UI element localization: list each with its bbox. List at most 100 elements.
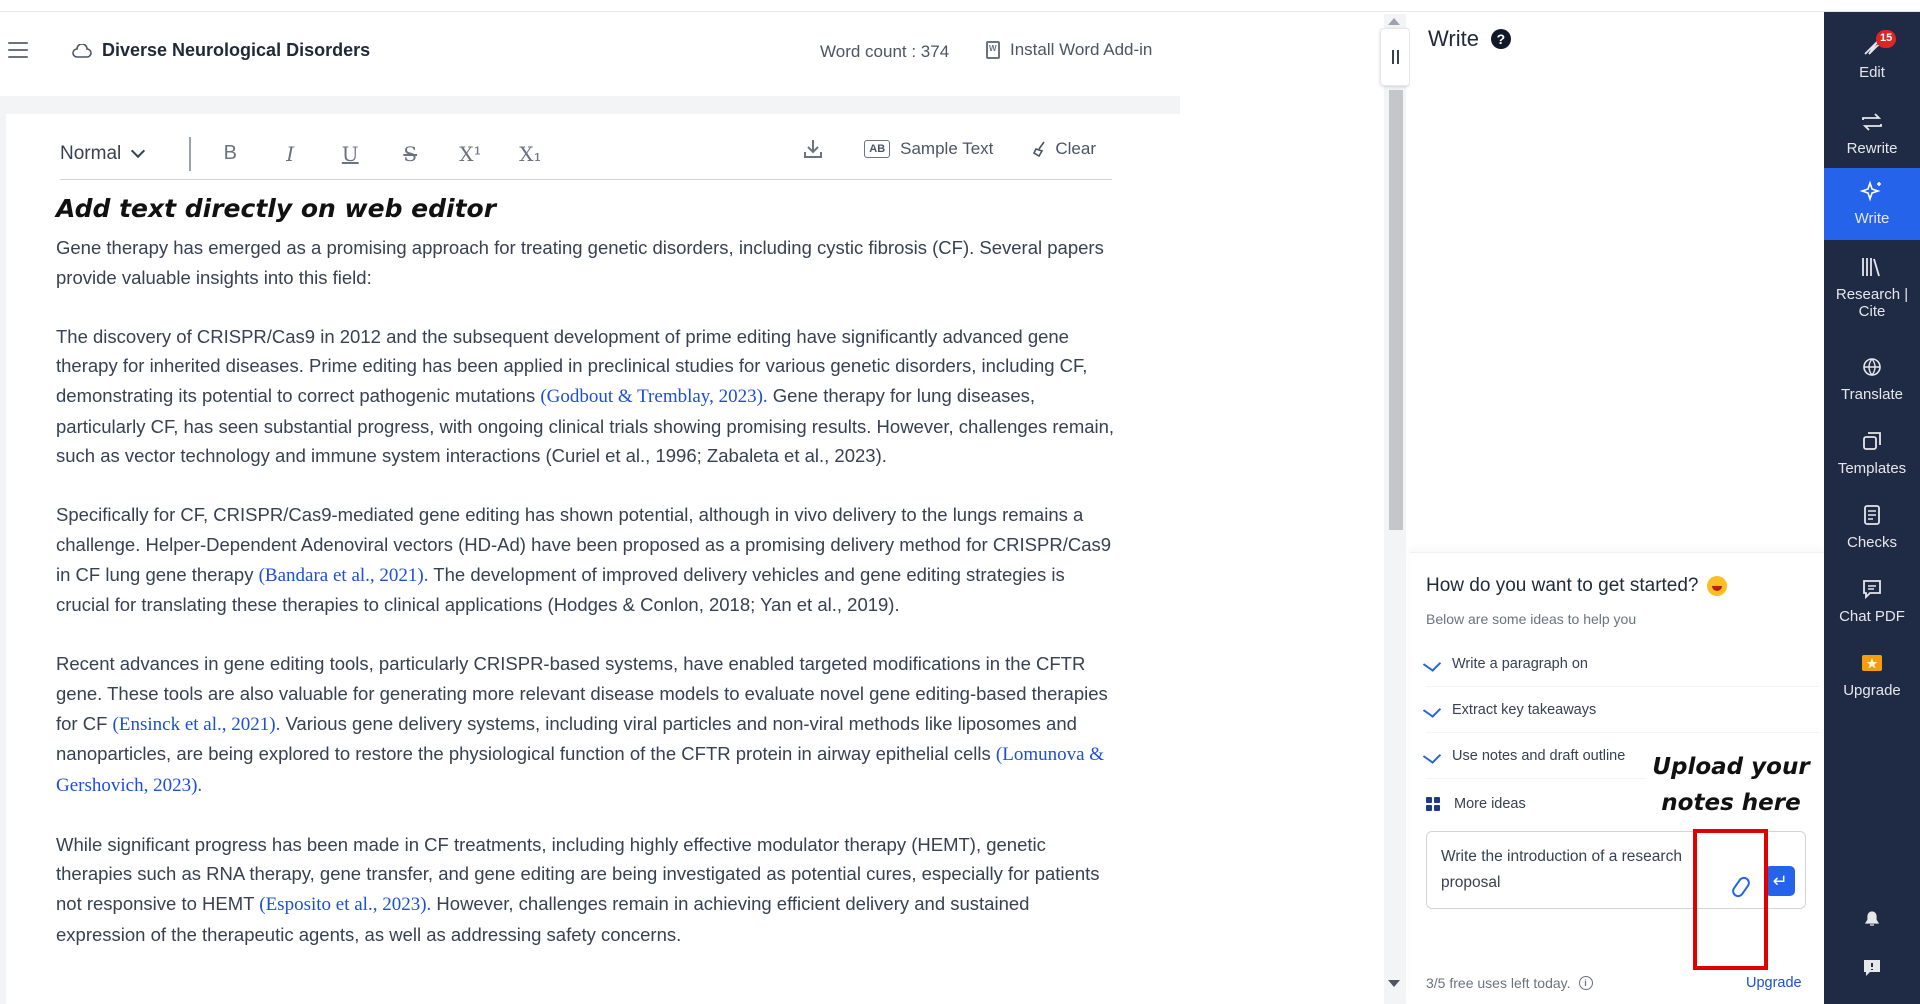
download-icon[interactable] bbox=[802, 138, 824, 160]
notification-badge: 15 bbox=[1876, 30, 1897, 48]
superscript-button[interactable]: X¹ bbox=[459, 142, 481, 166]
upload-notes-annotation: Upload your notes here bbox=[1642, 749, 1820, 821]
annotation-highlight-box bbox=[1693, 829, 1768, 970]
get-started-title: How do you want to get started? bbox=[1426, 575, 1727, 597]
nav-label: Templates bbox=[1837, 460, 1907, 477]
nav-label: Edit bbox=[1859, 64, 1885, 81]
pencil-icon bbox=[1422, 655, 1442, 672]
checklist-icon bbox=[1864, 505, 1880, 525]
top-border bbox=[0, 0, 1920, 12]
idea-extract-takeaways[interactable]: Extract key takeaways bbox=[1422, 687, 1820, 733]
cloud-icon bbox=[72, 43, 92, 58]
citation-link[interactable]: (Ensinck et al., 2021). bbox=[113, 714, 281, 735]
word-doc-icon bbox=[986, 41, 1000, 59]
books-icon bbox=[1862, 258, 1880, 277]
web-editor[interactable]: Normal B I U S X¹ X₁ AB Sample Text Clea… bbox=[6, 114, 1181, 1004]
content-heading: Add text directly on web editor bbox=[56, 194, 497, 223]
paragraph-1-text: Gene therapy has emerged as a promising … bbox=[56, 237, 1104, 288]
citation-link[interactable]: (Godbout & Tremblay, 2023). bbox=[540, 386, 767, 407]
style-dropdown-value: Normal bbox=[60, 142, 122, 164]
right-nav: 15 Edit Rewrite Write Research | Cite Tr… bbox=[1824, 12, 1920, 1004]
get-started-title-text: How do you want to get started? bbox=[1426, 575, 1699, 596]
clear-button[interactable]: Clear bbox=[1033, 139, 1096, 159]
sample-text-button[interactable]: AB Sample Text bbox=[864, 139, 993, 159]
nav-research-cite[interactable]: Research | Cite bbox=[1824, 248, 1920, 336]
idea-label: More ideas bbox=[1454, 796, 1526, 812]
nav-label: Write bbox=[1854, 210, 1890, 227]
feedback-icon[interactable] bbox=[1862, 958, 1882, 978]
idea-label: Use notes and draft outline bbox=[1452, 747, 1626, 764]
bell-icon[interactable] bbox=[1862, 908, 1882, 928]
word-count: Word count : 374 bbox=[820, 42, 950, 61]
nav-chat-pdf[interactable]: Chat PDF bbox=[1824, 566, 1920, 634]
idea-label: Write a paragraph on bbox=[1452, 655, 1588, 672]
sample-text-label: Sample Text bbox=[900, 139, 994, 158]
nav-rewrite[interactable]: Rewrite bbox=[1824, 100, 1920, 168]
nav-label: Checks bbox=[1846, 534, 1898, 551]
globe-icon bbox=[1863, 358, 1881, 377]
annotation-line-2: notes here bbox=[1661, 790, 1801, 816]
idea-write-paragraph[interactable]: Write a paragraph on bbox=[1422, 641, 1820, 687]
ab-icon: AB bbox=[864, 140, 891, 158]
nav-label: Chat PDF bbox=[1839, 608, 1905, 625]
get-started-subtitle: Below are some ideas to help you bbox=[1426, 611, 1637, 627]
grid-icon bbox=[1426, 797, 1440, 811]
free-uses-text: 3/5 free uses left today. bbox=[1426, 975, 1571, 991]
write-panel-title: Write bbox=[1428, 26, 1479, 51]
sparkle-icon bbox=[1860, 180, 1881, 202]
scroll-down-arrow-icon[interactable] bbox=[1388, 980, 1400, 987]
clear-label: Clear bbox=[1055, 139, 1096, 158]
install-addin-link[interactable]: Install Word Add-in bbox=[986, 40, 1152, 60]
format-toolbar: Normal B I U S X¹ X₁ AB Sample Text Clea… bbox=[60, 128, 1112, 180]
paragraph-2: The discovery of CRISPR/Cas9 in 2012 and… bbox=[56, 322, 1116, 471]
info-icon[interactable]: i bbox=[1578, 976, 1593, 990]
nav-label: Rewrite bbox=[1846, 140, 1898, 157]
scrollbar-thumb[interactable] bbox=[1389, 90, 1403, 530]
chevron-down-icon bbox=[131, 143, 146, 158]
nav-edit[interactable]: 15 Edit bbox=[1824, 22, 1920, 90]
paragraph-5: While significant progress has been made… bbox=[56, 830, 1116, 949]
nav-write[interactable]: Write bbox=[1824, 168, 1920, 240]
citation-link[interactable]: (Bandara et al., 2021). bbox=[259, 565, 429, 586]
help-icon[interactable]: ? bbox=[1490, 29, 1511, 49]
repeat-icon bbox=[1862, 113, 1882, 131]
underline-button[interactable]: U bbox=[339, 142, 361, 166]
paragraph-4: Recent advances in gene editing tools, p… bbox=[56, 649, 1116, 800]
strikethrough-button[interactable]: S bbox=[399, 142, 421, 166]
free-uses-status: 3/5 free uses left today. i bbox=[1426, 975, 1593, 991]
nav-label: Research | Cite bbox=[1835, 286, 1909, 320]
star-ticket-icon bbox=[1862, 655, 1882, 671]
italic-button[interactable]: I bbox=[279, 142, 301, 166]
nav-label: Upgrade bbox=[1843, 682, 1901, 699]
nav-label: Translate bbox=[1841, 386, 1903, 403]
idea-label: Extract key takeaways bbox=[1452, 701, 1597, 718]
bold-button[interactable]: B bbox=[219, 142, 241, 165]
write-panel-header: Write ? bbox=[1428, 26, 1511, 52]
send-button[interactable]: ↵ bbox=[1765, 866, 1795, 896]
document-header: Diverse Neurological Disorders Word coun… bbox=[0, 28, 1180, 76]
nav-checks[interactable]: Checks bbox=[1824, 492, 1920, 560]
citation-link[interactable]: (Esposito et al., 2023). bbox=[259, 894, 431, 915]
prompt-input-value: Write the introduction of a research pro… bbox=[1441, 848, 1682, 891]
paragraph-1: Gene therapy has emerged as a promising … bbox=[56, 233, 1116, 292]
upgrade-link[interactable]: Upgrade bbox=[1746, 975, 1802, 991]
broom-icon bbox=[1033, 141, 1046, 157]
style-dropdown[interactable]: Normal bbox=[60, 142, 146, 165]
doc-title-group: Diverse Neurological Disorders bbox=[72, 40, 370, 61]
nav-translate[interactable]: Translate bbox=[1824, 344, 1920, 412]
pencil-icon bbox=[1422, 747, 1442, 764]
idea-notes-outline[interactable]: Use notes and draft outline bbox=[1422, 733, 1646, 779]
toolbar-actions: AB Sample Text Clear bbox=[802, 138, 1096, 160]
menu-icon[interactable] bbox=[8, 42, 28, 60]
annotation-line-1: Upload your bbox=[1652, 754, 1810, 780]
nav-templates[interactable]: Templates bbox=[1824, 418, 1920, 486]
subscript-button[interactable]: X₁ bbox=[519, 142, 541, 166]
panel-collapse-toggle[interactable] bbox=[1380, 28, 1410, 86]
document-content[interactable]: Add text directly on web editor Gene the… bbox=[56, 194, 1116, 979]
scroll-up-arrow-icon[interactable] bbox=[1388, 18, 1400, 25]
toolbar-divider bbox=[189, 136, 192, 171]
document-title[interactable]: Diverse Neurological Disorders bbox=[102, 40, 370, 61]
install-addin-label: Install Word Add-in bbox=[1010, 40, 1153, 59]
nav-upgrade[interactable]: Upgrade bbox=[1824, 640, 1920, 708]
copy-icon bbox=[1863, 432, 1881, 450]
